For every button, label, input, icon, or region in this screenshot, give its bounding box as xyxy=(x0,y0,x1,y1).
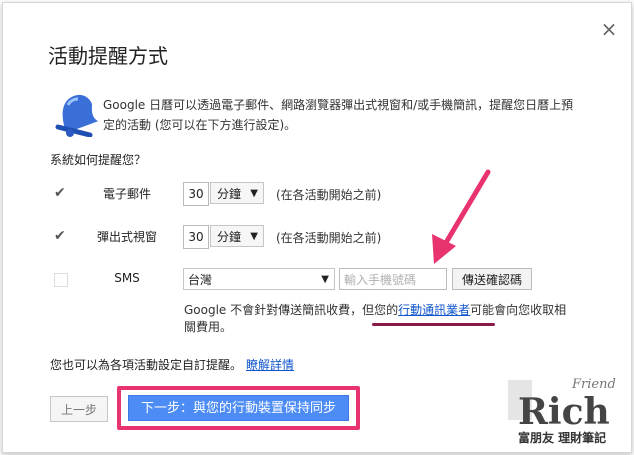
sms-label: SMS xyxy=(114,271,140,285)
pointer-arrow-annotation xyxy=(432,169,491,264)
popup-checkbox[interactable]: ✔ xyxy=(54,229,68,243)
country-select[interactable]: 台灣 ▼ xyxy=(183,268,335,290)
phone-input[interactable]: 輸入手機號碼 xyxy=(339,268,447,290)
close-icon[interactable]: × xyxy=(597,17,621,41)
chevron-down-icon: ▼ xyxy=(250,231,258,242)
email-minutes-input[interactable]: 30 xyxy=(183,182,209,206)
next-button-highlight: 下一步：與您的行動裝置保持同步 xyxy=(117,386,360,430)
email-unit-select[interactable]: 分鐘 ▼ xyxy=(210,182,264,204)
popup-unit-select[interactable]: 分鐘 ▼ xyxy=(210,225,264,247)
popup-minutes-input[interactable]: 30 xyxy=(183,225,209,249)
popup-label: 彈出式視窗 xyxy=(96,230,157,244)
bell-icon xyxy=(55,94,98,137)
next-button[interactable]: 下一步：與您的行動裝置保持同步 xyxy=(128,395,349,421)
underline-annotation xyxy=(372,323,495,326)
custom-text: 您也可以為各項活動設定自訂提醒。 xyxy=(50,358,243,372)
dialog-title: 活動提醒方式 xyxy=(48,44,168,68)
chevron-down-icon: ▼ xyxy=(321,274,329,285)
watermark-logo: Friend Rich 富朋友 理財筆記 xyxy=(508,377,616,445)
reminder-row-popup: ✔ 彈出式視窗 30 分鐘 ▼ (在各活動開始之前) xyxy=(50,225,450,249)
carrier-link[interactable]: 行動通訊業者 xyxy=(398,303,470,317)
popup-note: (在各活動開始之前) xyxy=(276,231,382,245)
popup-unit-value: 分鐘 xyxy=(217,230,242,244)
chevron-down-icon: ▼ xyxy=(250,188,258,199)
send-code-button[interactable]: 傳送確認碼 xyxy=(452,268,532,290)
sms-checkbox[interactable] xyxy=(54,273,68,287)
watermark-word-main: Rich xyxy=(518,391,610,433)
reminder-question: 系統如何提醒您？ xyxy=(50,153,147,167)
email-checkbox[interactable]: ✔ xyxy=(54,186,68,200)
reminder-row-sms: SMS 台灣 ▼ 輸入手機號碼 傳送確認碼 xyxy=(50,268,540,292)
sms-note: Google 不會針對傳送簡訊收費，但您的行動通訊業者可能會向您收取相關費用。 xyxy=(184,302,574,336)
learn-more-link[interactable]: 瞭解詳情 xyxy=(246,358,294,372)
country-value: 台灣 xyxy=(188,273,213,287)
reminder-row-email: ✔ 電子郵件 30 分鐘 ▼ (在各活動開始之前) xyxy=(50,182,450,206)
sms-note-before: Google 不會針對傳送簡訊收費，但您的 xyxy=(184,303,399,317)
email-unit-value: 分鐘 xyxy=(217,187,242,201)
email-note: (在各活動開始之前) xyxy=(276,188,382,202)
custom-reminder-text: 您也可以為各項活動設定自訂提醒。 瞭解詳情 xyxy=(50,356,294,373)
watermark-caption: 富朋友 理財筆記 xyxy=(518,430,606,445)
watermark-word-top: Friend xyxy=(571,377,616,392)
intro-text: Google 日曆可以透過電子郵件、網路瀏覽器彈出式視窗和/或手機簡訊，提醒您日… xyxy=(103,98,574,132)
prev-button[interactable]: 上一步 xyxy=(50,396,108,422)
email-label: 電子郵件 xyxy=(102,187,151,201)
